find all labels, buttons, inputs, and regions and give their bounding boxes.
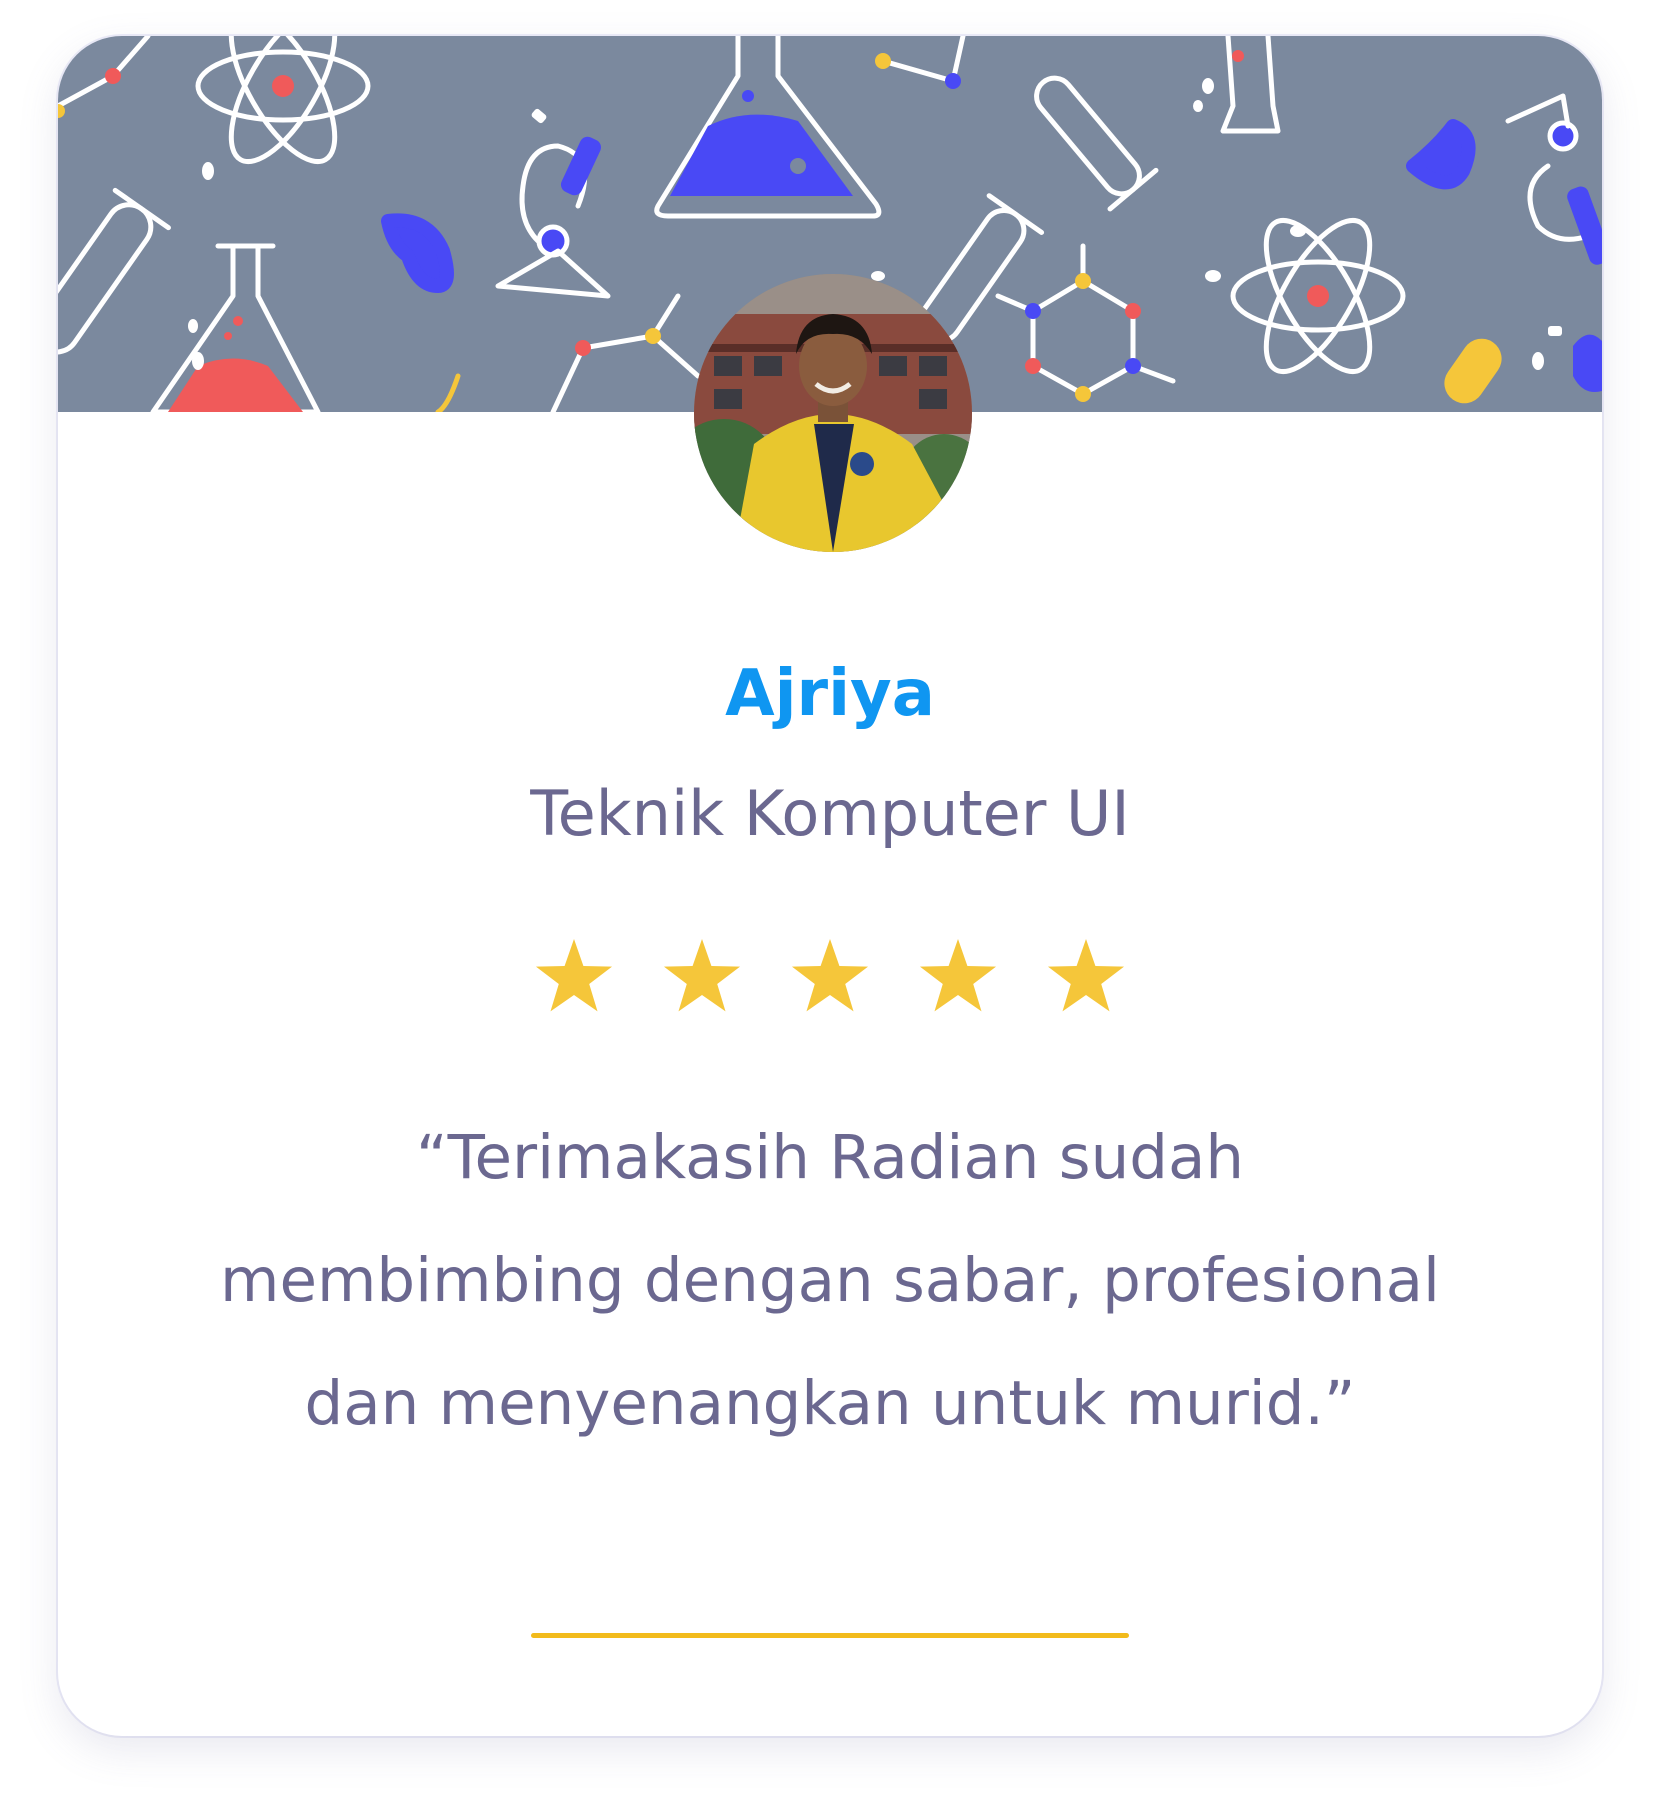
atom-icon — [1230, 217, 1406, 375]
star-icon — [917, 936, 999, 1018]
testimonial-name: Ajriya — [725, 657, 935, 731]
microscope-icon — [1505, 93, 1602, 265]
star-icon — [1045, 936, 1127, 1018]
flask-icon — [654, 36, 882, 219]
user-photo — [694, 274, 972, 552]
testimonial-quote: “Terimakasih Radian sudah membimbing den… — [220, 1122, 1440, 1439]
accent-underline — [531, 1633, 1129, 1638]
star-icon — [533, 936, 615, 1018]
star-icon — [661, 936, 743, 1018]
flask-icon — [150, 243, 321, 412]
star-rating — [58, 936, 1602, 1018]
testimonial-school: Teknik Komputer UI — [530, 777, 1130, 850]
avatar — [694, 274, 972, 552]
testimonial-card: Ajriya Teknik Komputer UI “Terimakasih R… — [58, 36, 1602, 1736]
star-icon — [789, 936, 871, 1018]
microscope-icon — [495, 136, 611, 299]
atom-icon — [195, 36, 371, 165]
